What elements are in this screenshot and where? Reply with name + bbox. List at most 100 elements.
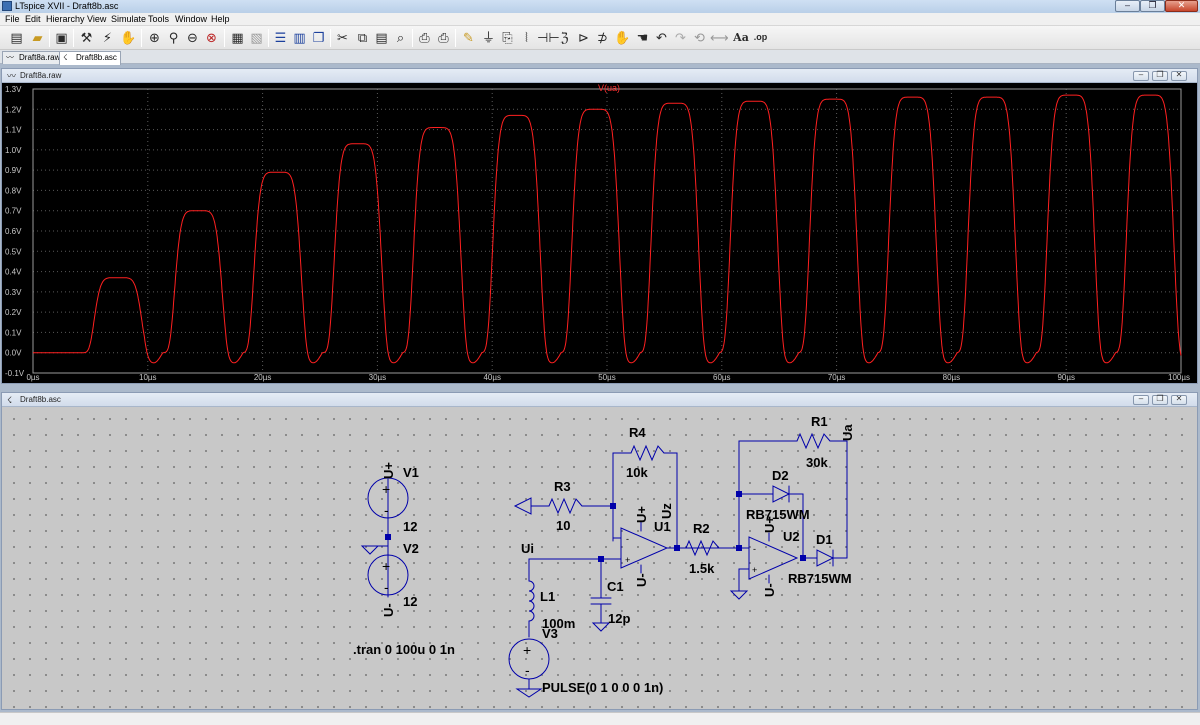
rotate-icon[interactable]: ⟲ bbox=[691, 29, 708, 46]
v3-value[interactable]: PULSE(0 1 0 0 0 1n) bbox=[542, 680, 663, 695]
net-label-u-minus[interactable]: U- bbox=[762, 583, 777, 597]
move-hand-icon[interactable]: ✋ bbox=[614, 29, 631, 46]
r1-value[interactable]: 30k bbox=[806, 455, 828, 470]
new-schematic-icon[interactable]: ▤ bbox=[8, 29, 25, 46]
r3-name[interactable]: R3 bbox=[554, 479, 571, 494]
mirror-icon[interactable]: ⟷ bbox=[710, 29, 729, 46]
r1-name[interactable]: R1 bbox=[811, 414, 828, 429]
schematic-canvas[interactable]: + - + - V1 12 V2 12 U+ U- .tran 0 100u 0… bbox=[2, 407, 1197, 709]
d2-value[interactable]: RB715WM bbox=[746, 507, 810, 522]
component-icon[interactable]: ⊅ bbox=[594, 29, 611, 46]
menu-edit[interactable]: Edit bbox=[25, 13, 41, 26]
svg-text:-: - bbox=[384, 579, 389, 595]
net-label-uz[interactable]: Uz bbox=[659, 503, 674, 519]
c1-value[interactable]: 12p bbox=[608, 611, 630, 626]
zoom-pan-icon[interactable]: ⚲ bbox=[165, 29, 182, 46]
net-label-ua[interactable]: Ua bbox=[840, 424, 855, 441]
waveform-minimize-button[interactable]: – bbox=[1133, 70, 1149, 81]
u2-name[interactable]: U2 bbox=[783, 529, 800, 544]
d2-name[interactable]: D2 bbox=[772, 468, 789, 483]
toolbar-separator bbox=[141, 29, 142, 47]
d1-name[interactable]: D1 bbox=[816, 532, 833, 547]
u1-name[interactable]: U1 bbox=[654, 519, 671, 534]
find-binoculars-icon[interactable]: ⌕ bbox=[392, 29, 409, 46]
r2-value[interactable]: 1.5k bbox=[689, 561, 715, 576]
r2-name[interactable]: R2 bbox=[693, 521, 710, 536]
menu-file[interactable]: File bbox=[5, 13, 20, 26]
schematic-restore-button[interactable]: ❐ bbox=[1152, 394, 1168, 405]
minimize-button[interactable]: – bbox=[1115, 0, 1140, 12]
l1-name[interactable]: L1 bbox=[540, 589, 555, 604]
print-icon[interactable]: ⎙ bbox=[435, 29, 452, 46]
open-folder-icon[interactable]: ▰ bbox=[29, 29, 46, 46]
r4-name[interactable]: R4 bbox=[629, 425, 646, 440]
menu-window[interactable]: Window bbox=[175, 13, 207, 26]
menu-view[interactable]: View bbox=[87, 13, 106, 26]
schematic-minimize-button[interactable]: – bbox=[1133, 394, 1149, 405]
inductor-icon[interactable]: ℨ bbox=[556, 29, 573, 46]
d1-value[interactable]: RB715WM bbox=[788, 571, 852, 586]
zoom-in-icon[interactable]: ⊕ bbox=[146, 29, 163, 46]
drag-hand-icon[interactable]: ☚ bbox=[634, 29, 651, 46]
run-icon[interactable]: ⚡ bbox=[99, 29, 116, 46]
menu-help[interactable]: Help bbox=[211, 13, 230, 26]
net-label-u-plus[interactable]: U+ bbox=[634, 506, 649, 523]
schematic-drawing[interactable]: + - + - V1 12 V2 12 U+ U- .tran 0 100u 0… bbox=[2, 407, 1197, 709]
tab-draft8a-raw[interactable]: 〰 Draft8a.raw bbox=[2, 51, 65, 64]
grid-icon[interactable]: ▧ bbox=[248, 29, 265, 46]
trace-label[interactable]: V(ua) bbox=[598, 83, 620, 93]
tran-directive[interactable]: .tran 0 100u 0 1n bbox=[353, 642, 455, 657]
resistor-r3[interactable] bbox=[513, 497, 614, 515]
draw-wire-pencil-icon[interactable]: ✎ bbox=[460, 29, 477, 46]
tile-horizontal-icon[interactable]: ☰ bbox=[272, 29, 289, 46]
spice-directive-icon[interactable]: .op bbox=[752, 29, 769, 46]
halt-hand-icon[interactable]: ✋ bbox=[120, 29, 137, 46]
v2-name[interactable]: V2 bbox=[403, 541, 419, 556]
copy-icon[interactable]: ⧉ bbox=[354, 29, 371, 46]
zoom-out-icon[interactable]: ⊖ bbox=[184, 29, 201, 46]
undo-icon[interactable]: ↶ bbox=[653, 29, 670, 46]
net-label-u-minus[interactable]: U- bbox=[634, 573, 649, 587]
maximize-button[interactable]: ❐ bbox=[1140, 0, 1165, 12]
waveform-plot[interactable]: -0.1V 0.0V 0.1V 0.2V 0.3V 0.4V 0.5V 0.6V 0.7V 0.8… bbox=[2, 83, 1197, 383]
tile-vertical-icon[interactable]: ▥ bbox=[291, 29, 308, 46]
net-label-ui[interactable]: Ui bbox=[521, 541, 534, 556]
cut-icon[interactable]: ✂ bbox=[334, 29, 351, 46]
tab-draft8b-asc[interactable]: ☇ Draft8b.asc bbox=[59, 51, 121, 65]
supply-v1[interactable]: + - bbox=[367, 477, 409, 538]
ground-icon[interactable]: ⏚ bbox=[480, 29, 497, 46]
autorange-icon[interactable]: ▦ bbox=[229, 29, 246, 46]
control-panel-icon[interactable]: ⚒ bbox=[78, 29, 95, 46]
label-net-icon[interactable]: ⎘ bbox=[499, 29, 516, 46]
net-label-u-minus[interactable]: U- bbox=[381, 603, 396, 617]
redo-icon[interactable]: ↷ bbox=[672, 29, 689, 46]
text-tool-icon[interactable]: Aa bbox=[731, 29, 751, 46]
paste-icon[interactable]: ▤ bbox=[373, 29, 390, 46]
menu-hierarchy[interactable]: Hierarchy bbox=[46, 13, 85, 26]
menu-tools[interactable]: Tools bbox=[148, 13, 169, 26]
schematic-close-button[interactable]: ✕ bbox=[1171, 394, 1187, 405]
v1-value[interactable]: 12 bbox=[403, 519, 417, 534]
r4-value[interactable]: 10k bbox=[626, 465, 648, 480]
diode-icon[interactable]: ⊳ bbox=[575, 29, 592, 46]
menu-simulate[interactable]: Simulate bbox=[111, 13, 146, 26]
diode-d1[interactable] bbox=[802, 549, 848, 567]
r3-value[interactable]: 10 bbox=[556, 518, 570, 533]
cascade-icon[interactable]: ❐ bbox=[310, 29, 327, 46]
waveform-restore-button[interactable]: ❐ bbox=[1152, 70, 1168, 81]
c1-name[interactable]: C1 bbox=[607, 579, 624, 594]
v1-name[interactable]: V1 bbox=[403, 465, 419, 480]
zoom-fit-icon[interactable]: ⊗ bbox=[203, 29, 220, 46]
waveform-close-button[interactable]: ✕ bbox=[1171, 70, 1187, 81]
save-icon[interactable]: ▣ bbox=[53, 29, 70, 46]
v2-value[interactable]: 12 bbox=[403, 594, 417, 609]
v3-name[interactable]: V3 bbox=[542, 626, 558, 641]
ltspice-app-icon[interactable] bbox=[2, 1, 12, 11]
net-label-u-plus[interactable]: U+ bbox=[381, 462, 396, 479]
print-setup-icon[interactable]: ⎙ bbox=[416, 29, 433, 46]
capacitor-icon[interactable]: ⊣⊢ bbox=[537, 29, 560, 46]
waveform-plot-area[interactable]: -0.1V 0.0V 0.1V 0.2V 0.3V 0.4V 0.5V 0.6V 0.7V 0.8… bbox=[2, 83, 1197, 383]
supply-v2[interactable]: + - bbox=[360, 536, 409, 598]
resistor-icon[interactable]: ⦚ bbox=[518, 29, 535, 46]
close-button[interactable]: ✕ bbox=[1165, 0, 1198, 12]
